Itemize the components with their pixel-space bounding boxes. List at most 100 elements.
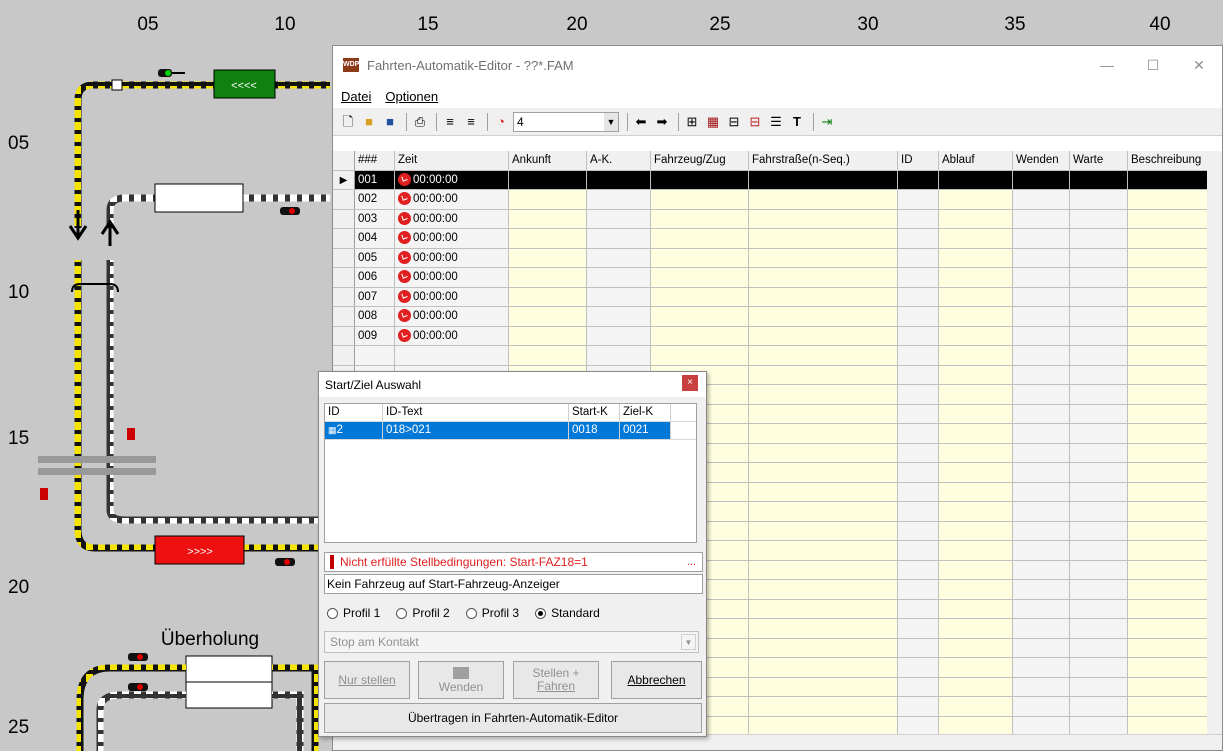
table-cell[interactable] [939,287,1013,306]
table-cell[interactable] [939,580,1013,599]
table-cell[interactable] [749,287,898,306]
table-cell[interactable] [1128,307,1210,326]
list-column-header[interactable]: ID [325,404,383,421]
more-button[interactable]: ... [687,556,696,568]
table-cell[interactable] [1013,229,1070,248]
table-cell[interactable] [1070,482,1128,501]
table-cell[interactable] [1013,599,1070,618]
list-icon[interactable]: ☰ [767,113,785,131]
table-cell[interactable] [749,229,898,248]
table-cell[interactable]: 00:00:00 [395,268,509,287]
table-row[interactable]: ▶ 001 00:00:00 [333,170,1222,190]
table-cell[interactable] [749,697,898,716]
table-cell[interactable] [1128,443,1210,462]
table-cell[interactable] [939,248,1013,267]
table-cell[interactable] [1128,677,1210,696]
table-cell[interactable] [1070,424,1128,443]
table-cell[interactable] [1070,385,1128,404]
column-header[interactable]: ### [355,151,395,170]
table-cell[interactable]: 005 [355,248,395,267]
table-cell[interactable] [939,677,1013,696]
table-cell[interactable] [1070,677,1128,696]
radio-circle[interactable] [327,607,338,619]
table-cell[interactable] [1070,229,1128,248]
table-cell[interactable] [749,580,898,599]
table-cell[interactable] [1013,541,1070,560]
table-cell[interactable] [939,541,1013,560]
table-cell[interactable] [1013,424,1070,443]
sequence-red-icon[interactable]: ⊟ [746,113,764,131]
table-cell[interactable]: 002 [355,190,395,209]
table-cell[interactable] [1128,482,1210,501]
column-header[interactable]: Ankunft [509,151,587,170]
row-header[interactable] [333,307,355,326]
open-folder-icon[interactable]: ■ [360,113,378,131]
column-header[interactable]: ID [898,151,939,170]
table-cell[interactable] [1070,560,1128,579]
stellen-fahren-button[interactable]: Stellen + Fahren [513,661,599,699]
table-cell[interactable] [898,560,939,579]
print-icon[interactable]: ⎙ [411,113,429,131]
table-cell[interactable] [1128,697,1210,716]
table-cell[interactable] [939,619,1013,638]
table-cell[interactable] [749,463,898,482]
column-header[interactable]: A-K. [587,151,651,170]
close-icon[interactable]: × [682,375,698,391]
list-column-header[interactable]: Ziel-K [620,404,671,421]
table-cell[interactable] [1013,638,1070,657]
route-icon[interactable]: ⊞ [683,113,701,131]
table-cell[interactable] [1013,677,1070,696]
table-cell[interactable] [651,346,749,365]
table-cell[interactable] [1013,716,1070,735]
table-cell[interactable]: 00:00:00 [395,170,509,189]
table-cell[interactable] [898,190,939,209]
table-cell[interactable] [898,385,939,404]
save-icon[interactable]: ■ [381,113,399,131]
table-cell[interactable] [1013,697,1070,716]
menu-optionen[interactable]: Optionen [385,89,438,104]
table-icon[interactable]: ▦ [704,113,722,131]
table-cell[interactable] [587,268,651,287]
table-cell[interactable] [749,521,898,540]
wenden-button[interactable]: Wenden [418,661,504,699]
table-cell[interactable] [1013,326,1070,345]
table-cell[interactable] [1070,638,1128,657]
table-cell[interactable] [1128,268,1210,287]
table-cell[interactable] [1070,521,1128,540]
column-header[interactable]: Fahrstraße(n-Seq.) [749,151,898,170]
route-list[interactable]: ID ID-Text Start-K Ziel-K ▦2 018>021 001… [324,403,697,543]
table-cell[interactable] [1128,346,1210,365]
table-cell[interactable] [749,541,898,560]
table-cell[interactable] [1013,560,1070,579]
table-cell[interactable] [587,346,651,365]
table-row[interactable] [333,346,1222,366]
table-cell[interactable] [1013,502,1070,521]
table-cell[interactable] [1128,463,1210,482]
table-cell[interactable] [1070,365,1128,384]
table-cell[interactable] [1013,248,1070,267]
insert-row-icon[interactable]: ≡ [441,113,459,131]
start-ziel-dialog[interactable]: Start/Ziel Auswahl × ID ID-Text Start-K … [318,371,707,737]
clock-icon[interactable]: ◔ [492,113,510,131]
table-cell[interactable] [749,716,898,735]
list-column-header[interactable]: Start-K [569,404,620,421]
table-cell[interactable] [651,287,749,306]
table-cell[interactable] [749,599,898,618]
table-cell[interactable] [509,287,587,306]
table-cell[interactable]: 008 [355,307,395,326]
row-header[interactable] [333,229,355,248]
table-cell[interactable] [898,268,939,287]
table-cell[interactable] [1070,599,1128,618]
table-cell[interactable] [898,638,939,657]
table-cell[interactable] [1128,638,1210,657]
abbrechen-button[interactable]: Abbrechen [611,661,702,699]
table-cell[interactable] [749,307,898,326]
table-cell[interactable] [395,346,509,365]
table-cell[interactable] [1070,658,1128,677]
table-cell[interactable] [1013,385,1070,404]
title-bar[interactable]: WDP Fahrten-Automatik-Editor - ??*.FAM —… [333,46,1222,84]
table-cell[interactable] [1128,580,1210,599]
table-cell[interactable] [749,268,898,287]
table-cell[interactable] [898,229,939,248]
table-cell[interactable] [898,287,939,306]
